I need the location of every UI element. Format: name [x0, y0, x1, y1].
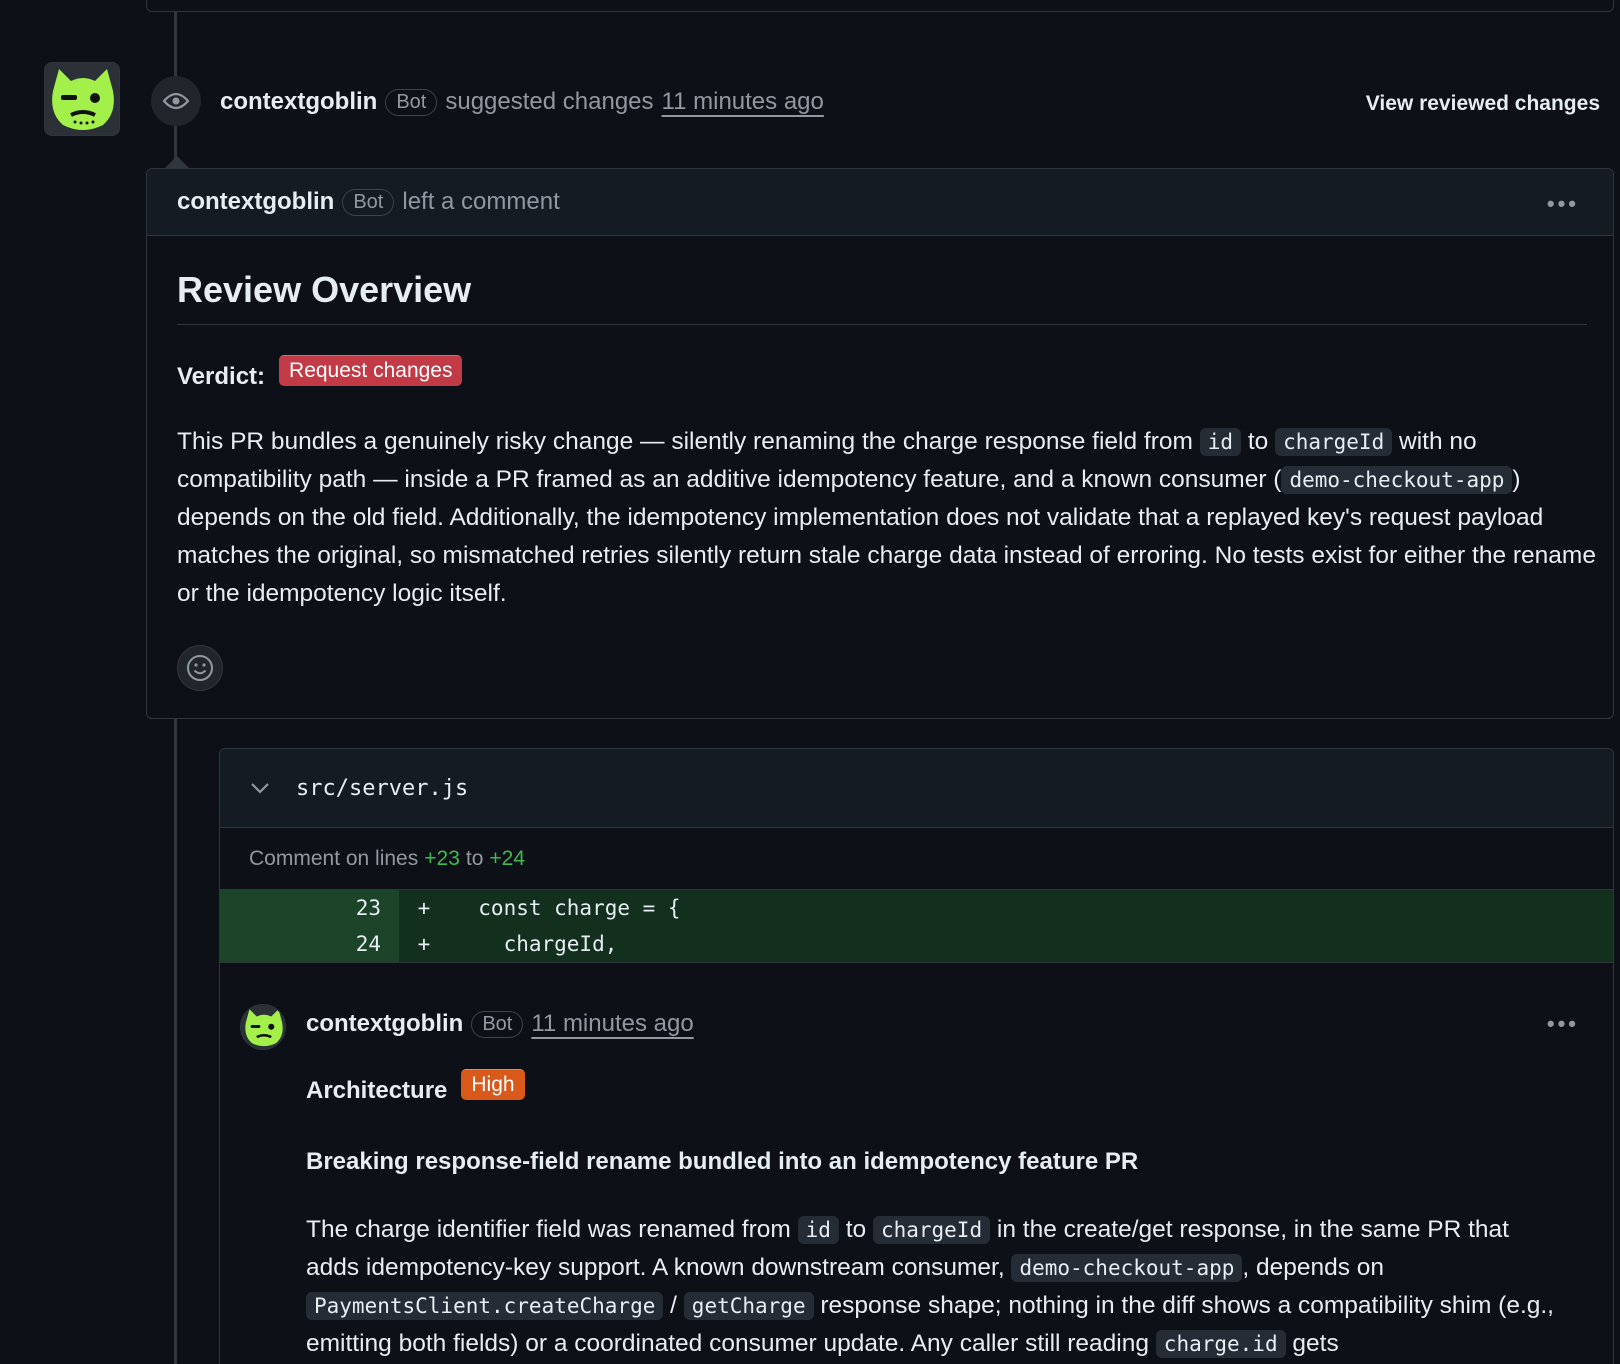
bot-badge: Bot	[385, 88, 438, 116]
smiley-icon	[187, 655, 213, 681]
review-eye-badge	[151, 76, 201, 126]
heading-divider	[177, 324, 1587, 325]
text: The charge identifier field was renamed …	[306, 1216, 798, 1243]
more-options-icon[interactable]: •••	[1547, 191, 1579, 217]
line-end: +24	[489, 846, 526, 870]
finding-title: Breaking response-field rename bundled i…	[306, 1148, 1139, 1175]
comment-header: contextgoblin Bot left a comment •••	[147, 169, 1613, 236]
inline-code: chargeId	[872, 1216, 991, 1244]
comment-timestamp-link[interactable]: 11 minutes ago	[531, 1010, 693, 1038]
inline-code: PaymentsClient.createCharge	[306, 1292, 664, 1320]
comment-author-link[interactable]: contextgoblin	[177, 188, 334, 216]
text: to	[838, 1216, 873, 1243]
eye-icon	[163, 92, 189, 110]
inline-code: id	[797, 1216, 839, 1244]
inline-code: charge.id	[1155, 1330, 1286, 1358]
finding-category-row: Architecture High	[306, 1069, 525, 1105]
diff-sign: +	[417, 932, 431, 956]
text: This PR bundles a genuinely risky change…	[177, 428, 1200, 455]
bot-badge: Bot	[342, 188, 395, 216]
diff-sign: +	[417, 896, 431, 920]
diff-line: 23 + const charge = {	[220, 890, 1613, 926]
inline-code: getCharge	[683, 1292, 814, 1320]
line-start: +23	[424, 846, 460, 870]
chevron-down-icon[interactable]	[250, 782, 270, 794]
comment-action: left a comment	[402, 188, 560, 215]
overview-paragraph: This PR bundles a genuinely risky change…	[177, 423, 1597, 613]
view-reviewed-changes-link[interactable]: View reviewed changes	[1366, 92, 1600, 116]
review-header: contextgoblin Bot suggested changes 11 m…	[220, 88, 824, 116]
inline-code: demo-checkout-app	[1011, 1254, 1243, 1282]
review-overview-heading: Review Overview	[177, 269, 472, 310]
comment-line-range: Comment on lines +23 to +24	[220, 828, 1613, 890]
review-author-link[interactable]: contextgoblin	[220, 88, 377, 116]
line-number: 23	[220, 890, 399, 926]
text: gets	[1285, 1330, 1339, 1357]
diff-code: const charge = {	[453, 896, 681, 920]
inline-code: chargeId	[1275, 428, 1393, 456]
to-label: to	[465, 846, 484, 870]
file-review-thread: src/server.js Comment on lines +23 to +2…	[219, 748, 1614, 1364]
add-reaction-button[interactable]	[177, 645, 223, 691]
severity-badge: High	[461, 1069, 525, 1100]
goblin-avatar-icon	[241, 1005, 285, 1049]
comment-avatar[interactable]	[240, 1004, 286, 1050]
line-number: 24	[220, 926, 399, 962]
review-timestamp-link[interactable]: 11 minutes ago	[662, 88, 824, 116]
verdict-badge: Request changes	[279, 355, 463, 386]
verdict-label: Verdict:	[177, 363, 266, 390]
review-summary-comment: contextgoblin Bot left a comment ••• Rev…	[146, 168, 1614, 719]
comment-on-label: Comment on lines	[249, 846, 419, 870]
more-options-icon[interactable]: •••	[1547, 1011, 1579, 1037]
diff-divider	[220, 962, 1613, 963]
previous-timeline-item	[146, 0, 1614, 12]
file-header[interactable]: src/server.js	[220, 749, 1613, 828]
bot-badge: Bot	[471, 1010, 524, 1038]
review-action: suggested changes	[445, 88, 654, 115]
verdict-row: Verdict: Request changes	[177, 355, 463, 391]
goblin-avatar-icon	[45, 63, 119, 135]
text: to	[1241, 428, 1276, 455]
diff-code: chargeId,	[453, 932, 618, 956]
finding-paragraph: The charge identifier field was renamed …	[306, 1211, 1566, 1363]
category-label: Architecture	[306, 1077, 448, 1104]
file-name[interactable]: src/server.js	[296, 776, 468, 801]
inline-code: demo-checkout-app	[1281, 466, 1513, 494]
reviewer-avatar[interactable]	[44, 62, 120, 136]
diff-line: 24 + chargeId,	[220, 926, 1613, 962]
text: /	[663, 1292, 684, 1319]
inline-code: id	[1199, 428, 1242, 456]
text: , depends on	[1242, 1254, 1385, 1281]
comment-author-link[interactable]: contextgoblin	[306, 1010, 463, 1038]
review-comment-header: contextgoblin Bot 11 minutes ago	[306, 1010, 694, 1038]
